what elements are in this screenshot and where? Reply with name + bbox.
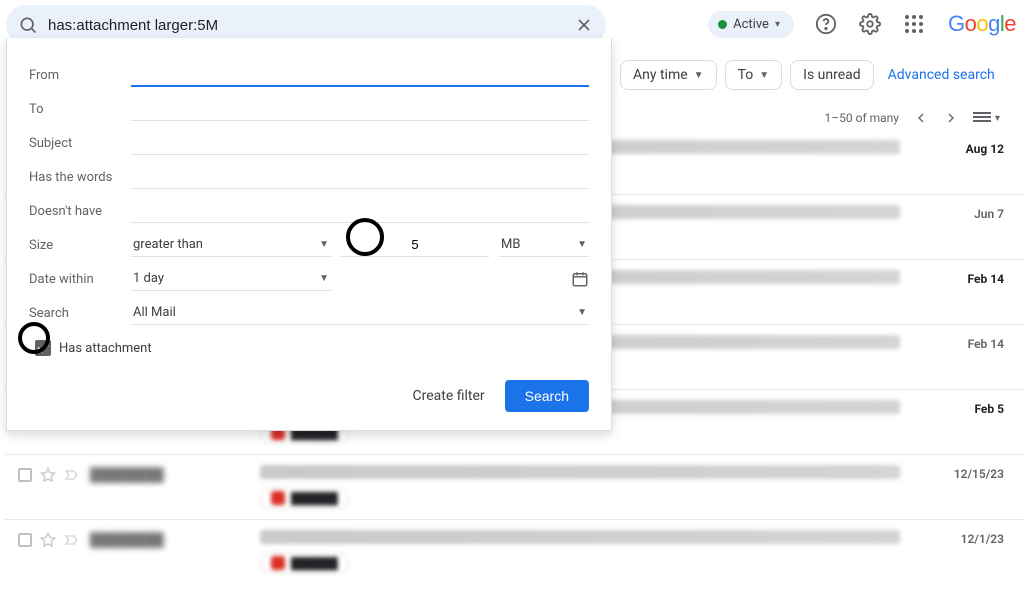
doesnt-have-input[interactable]: [131, 199, 589, 223]
subject-snippet: [260, 530, 900, 544]
mail-row[interactable]: ████████ ██████ 12/15/23: [4, 454, 1024, 519]
size-value-input[interactable]: [341, 233, 489, 257]
search-icon: [18, 15, 38, 35]
row-controls: [18, 465, 80, 483]
chevron-down-icon: ▼: [319, 273, 329, 284]
sender-name: ████████: [90, 465, 250, 483]
chip-is-unread[interactable]: Is unread: [790, 60, 874, 90]
gear-icon[interactable]: [858, 12, 882, 36]
density-toggle[interactable]: ▾: [973, 112, 1000, 124]
file-icon: [271, 491, 285, 505]
to-label: To: [29, 102, 121, 117]
chevron-down-icon: ▼: [577, 239, 587, 250]
row-date: Feb 14: [934, 270, 1004, 286]
row-date: Feb 5: [934, 400, 1004, 416]
close-icon[interactable]: [574, 15, 594, 35]
row-body: ██████: [260, 465, 924, 509]
size-unit-select[interactable]: MB▼: [499, 233, 589, 257]
chevron-down-icon: ▼: [319, 239, 329, 250]
row-body: ██████: [260, 530, 924, 574]
search-scope-select[interactable]: All Mail▼: [131, 301, 589, 325]
size-operator-select[interactable]: greater than▼: [131, 233, 331, 257]
active-label: Active: [733, 17, 769, 32]
row-checkbox[interactable]: [18, 533, 32, 547]
row-date: 12/15/23: [934, 465, 1004, 481]
has-attachment-label: Has attachment: [59, 341, 152, 356]
active-status-chip[interactable]: Active ▾: [708, 11, 794, 38]
row-date: Jun 7: [934, 205, 1004, 221]
pagination-range: 1–50 of many: [825, 111, 899, 125]
star-icon[interactable]: [40, 532, 56, 548]
row-checkbox[interactable]: [18, 468, 32, 482]
important-icon[interactable]: [64, 467, 80, 483]
to-input[interactable]: [131, 97, 589, 121]
attachment-chip[interactable]: ██████: [260, 552, 349, 574]
chevron-down-icon: ▾: [995, 113, 1000, 124]
chevron-down-icon: ▼: [694, 70, 704, 81]
from-input[interactable]: [131, 63, 589, 87]
row-date: 12/1/23: [934, 530, 1004, 546]
attachment-chip[interactable]: ██████: [260, 487, 349, 509]
search-scope-label: Search: [29, 306, 121, 321]
star-icon[interactable]: [40, 467, 56, 483]
search-button[interactable]: Search: [505, 380, 589, 412]
has-attachment-row: Has attachment: [35, 340, 589, 356]
has-attachment-checkbox[interactable]: [35, 340, 51, 356]
active-dot-icon: [718, 20, 727, 29]
subject-label: Subject: [29, 136, 121, 151]
advanced-search-link[interactable]: Advanced search: [888, 67, 995, 83]
next-page-icon[interactable]: [943, 110, 959, 126]
mail-row[interactable]: ████████ ██████ 12/1/23: [4, 519, 1024, 584]
has-words-label: Has the words: [29, 170, 121, 185]
date-range-select[interactable]: 1 day▼: [131, 267, 331, 291]
date-within-label: Date within: [29, 272, 121, 287]
calendar-icon[interactable]: [571, 270, 589, 288]
file-icon: [271, 556, 285, 570]
size-label: Size: [29, 238, 121, 253]
doesnt-have-label: Doesn't have: [29, 204, 121, 219]
chevron-down-icon: ▾: [775, 19, 780, 30]
row-controls: [18, 530, 80, 548]
advanced-search-panel: From To Subject Has the words Doesn't ha…: [6, 38, 612, 431]
google-logo: Google: [948, 11, 1016, 37]
create-filter-button[interactable]: Create filter: [412, 388, 484, 404]
important-icon[interactable]: [64, 532, 80, 548]
subject-input[interactable]: [131, 131, 589, 155]
chip-any-time[interactable]: Any time▼: [620, 60, 717, 90]
subject-snippet: [260, 465, 900, 479]
density-icon: [973, 112, 991, 124]
from-label: From: [29, 68, 121, 83]
help-icon[interactable]: [814, 12, 838, 36]
chevron-down-icon: ▼: [759, 70, 769, 81]
chip-to[interactable]: To▼: [725, 60, 783, 90]
apps-icon[interactable]: [902, 12, 926, 36]
search-input[interactable]: [48, 17, 564, 34]
row-date: Aug 12: [934, 140, 1004, 156]
has-words-input[interactable]: [131, 165, 589, 189]
row-date: Feb 14: [934, 335, 1004, 351]
chevron-down-icon: ▼: [577, 307, 587, 318]
sender-name: ████████: [90, 530, 250, 548]
prev-page-icon[interactable]: [913, 110, 929, 126]
